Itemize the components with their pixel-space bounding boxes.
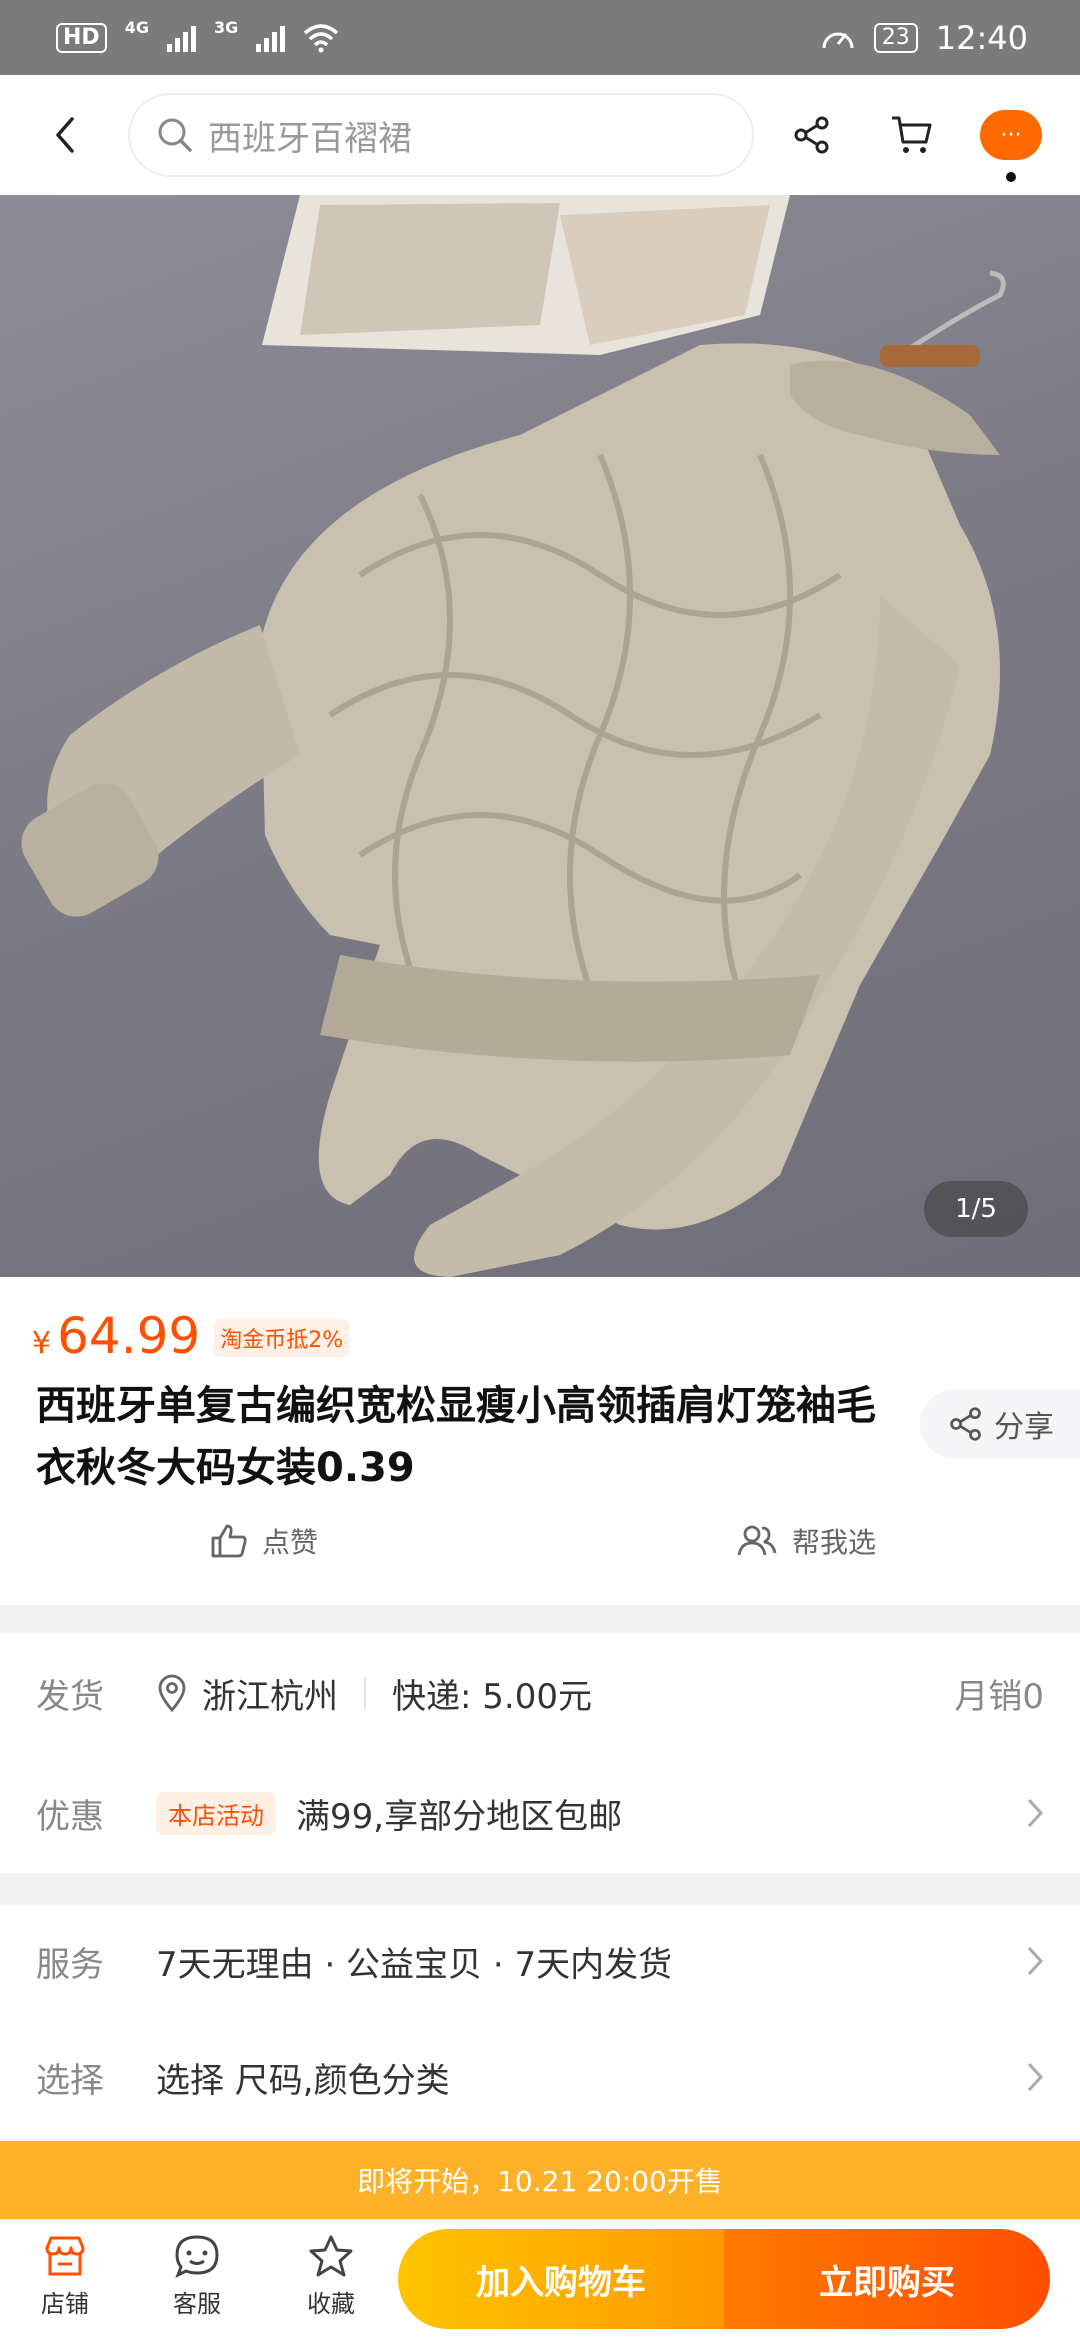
more-button[interactable]: ··· (980, 110, 1042, 182)
back-button[interactable] (0, 75, 130, 195)
promo-row[interactable]: 优惠 本店活动 满99,享部分地区包邮 (0, 1763, 1080, 1863)
share-button[interactable] (762, 75, 862, 195)
battery-indicator: 23 (873, 22, 918, 53)
search-placeholder: 西班牙百褶裙 (208, 118, 412, 159)
customer-service-tab[interactable]: 客服 (142, 2234, 252, 2319)
users-icon (737, 1525, 777, 1556)
delivery-card: 发货 浙江杭州 快递: 5.00元 月销0 优惠 本店活动 满99,享部分地区包… (0, 1633, 1080, 1873)
monthly-sales: 月销0 (954, 1676, 1044, 1717)
chat-icon (175, 2235, 219, 2278)
chevron-right-icon (1027, 1798, 1044, 1828)
network-type-1: 4G (124, 18, 149, 37)
add-to-cart-button[interactable]: 加入购物车 (398, 2229, 724, 2329)
help-choose-label: 帮我选 (792, 1526, 877, 1559)
share-icon (950, 1407, 981, 1441)
share-label: 分享 (994, 1410, 1054, 1445)
notification-dot (1006, 172, 1016, 182)
status-left: HD 4G 3G (56, 18, 339, 53)
promo-text: 满99,享部分地区包邮 (296, 1796, 623, 1837)
signal-icon (166, 24, 196, 52)
status-bar: HD 4G 3G 23 12:40 (0, 0, 1080, 75)
service-label: 服务 (36, 1944, 104, 1985)
help-choose-button[interactable]: 帮我选 (736, 1521, 876, 1561)
choose-text: 选择 尺码,颜色分类 (156, 2060, 450, 2101)
speedometer-icon (822, 32, 854, 48)
social-actions: 点赞 帮我选 (0, 1521, 1080, 1581)
thumbs-up-icon (211, 1524, 247, 1558)
shop-label: 店铺 (41, 2290, 89, 2318)
signal-icon-2 (256, 24, 286, 52)
chevron-right-icon (1027, 2062, 1044, 2092)
share-icon (794, 116, 829, 154)
share-pill-button[interactable]: 分享 (920, 1389, 1080, 1459)
delivery-label: 发货 (36, 1676, 104, 1717)
chevron-right-icon (1027, 1946, 1044, 1976)
price-row: ¥ 64.99 淘金币抵2% (32, 1307, 350, 1365)
product-info-card: ¥ 64.99 淘金币抵2% 西班牙单复古编织宽松显瘦小高领插肩灯笼袖毛衣秋冬大… (0, 1277, 1080, 1605)
shop-icon (45, 2236, 85, 2276)
options-card: 服务 7天无理由 · 公益宝贝 · 7天内发货 选择 选择 尺码,颜色分类 (0, 1905, 1080, 2141)
product-photo (21, 195, 1006, 1277)
like-button[interactable]: 点赞 (210, 1521, 318, 1561)
choose-label: 选择 (36, 2060, 104, 2101)
hd-indicator: HD (56, 22, 107, 53)
status-right: 23 12:40 (820, 19, 1028, 57)
cart-button[interactable] (862, 75, 962, 195)
clock: 12:40 (935, 18, 1028, 57)
cart-icon (892, 116, 932, 153)
product-title: 西班牙单复古编织宽松显瘦小高领插肩灯笼袖毛衣秋冬大码女装0.39 (36, 1383, 876, 1491)
product-image-gallery[interactable]: 1/5 (0, 195, 1080, 1277)
service-text: 7天无理由 · 公益宝贝 · 7天内发货 (156, 1944, 673, 1985)
coin-discount-tag: 淘金币抵2% (214, 1319, 350, 1357)
network-type-2: 3G (213, 18, 239, 37)
favorite-tab[interactable]: 收藏 (276, 2234, 386, 2319)
store-activity-tag: 本店活动 (156, 1791, 276, 1835)
choose-body: 选择 尺码,颜色分类 (156, 2053, 450, 2102)
back-arrow-icon (56, 117, 74, 153)
buy-now-button[interactable]: 立即购买 (724, 2229, 1050, 2329)
search-bar[interactable]: 西班牙百褶裙 (130, 95, 752, 175)
product-detail-page: HD 4G 3G 23 12:40 西班牙百褶裙 ··· 1/5 ¥ 64.99… (0, 0, 1080, 2340)
promo-body: 本店活动 满99,享部分地区包邮 (156, 1789, 622, 1838)
divider (364, 1677, 366, 1709)
shipping-fee: 快递: 5.00元 (392, 1676, 592, 1717)
service-row[interactable]: 服务 7天无理由 · 公益宝贝 · 7天内发货 (0, 1911, 1080, 2011)
image-pager: 1/5 (924, 1181, 1028, 1237)
delivery-body: 浙江杭州 快递: 5.00元 (156, 1669, 592, 1718)
search-icon (158, 118, 192, 152)
delivery-row[interactable]: 发货 浙江杭州 快递: 5.00元 月销0 (0, 1643, 1080, 1743)
presale-banner: 即将开始，10.21 20:00开售 (0, 2141, 1080, 2219)
location-pin-icon (158, 1674, 186, 1712)
choose-row[interactable]: 选择 选择 尺码,颜色分类 (0, 2027, 1080, 2127)
delivery-location: 浙江杭州 (202, 1676, 338, 1717)
more-icon: ··· (1000, 122, 1022, 148)
shop-tab[interactable]: 店铺 (10, 2234, 120, 2319)
star-icon (309, 2235, 353, 2277)
price: 64.99 (57, 1307, 201, 1365)
service-body: 7天无理由 · 公益宝贝 · 7天内发货 (156, 1937, 672, 1986)
bottom-action-bar: 店铺 客服 收藏 加入购物车 立即购买 (0, 2219, 1080, 2340)
favorite-label: 收藏 (307, 2290, 355, 2318)
currency-symbol: ¥ (32, 1326, 52, 1361)
customer-service-label: 客服 (173, 2290, 221, 2318)
promo-label: 优惠 (36, 1796, 104, 1837)
wifi-icon (304, 23, 339, 52)
top-nav: 西班牙百褶裙 ··· (0, 75, 1080, 195)
like-label: 点赞 (262, 1526, 319, 1559)
